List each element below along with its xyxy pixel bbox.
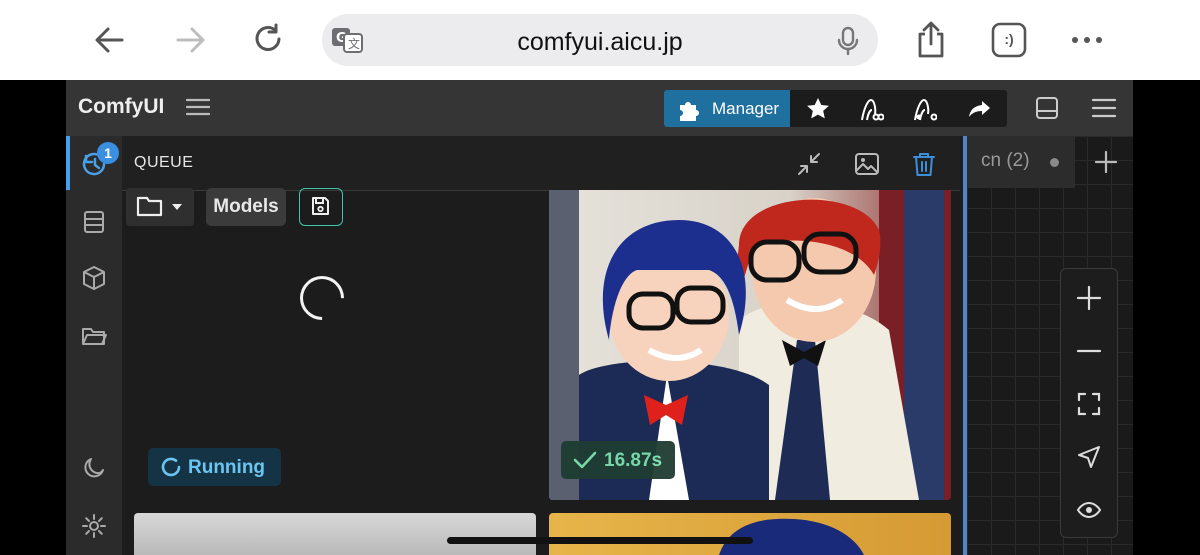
- theme-moon-icon[interactable]: [80, 454, 108, 482]
- unsaved-dot-icon: [1050, 158, 1059, 167]
- manager-share-icon[interactable]: [858, 96, 884, 122]
- address-bar[interactable]: G文 comfyui.aicu.jp: [322, 14, 878, 66]
- brand-logo: ComfyUI: [78, 95, 165, 118]
- microphone-icon[interactable]: [836, 26, 860, 56]
- sidebar: 1: [66, 136, 122, 555]
- graph-canvas[interactable]: cn (2): [967, 136, 1133, 555]
- zoom-out-icon[interactable]: [1076, 338, 1102, 364]
- running-status-badge: Running: [148, 448, 281, 486]
- share-icon[interactable]: [913, 20, 949, 58]
- forward-arrow-icon[interactable]: [172, 22, 208, 58]
- app-menubar: ComfyUI Manager: [66, 80, 1133, 136]
- canvas-controls: [1060, 268, 1118, 538]
- queue-badge: 1: [97, 142, 119, 164]
- result-image-thumbnail[interactable]: 16.87s: [549, 190, 951, 500]
- folder-dropdown-button[interactable]: [126, 188, 194, 226]
- settings-gear-icon[interactable]: [80, 512, 108, 540]
- loading-spinner-icon: [290, 266, 354, 330]
- reload-icon[interactable]: [250, 22, 286, 58]
- workflows-folder-icon[interactable]: [80, 322, 108, 350]
- browser-toolbar: G文 comfyui.aicu.jp :): [0, 0, 1200, 80]
- running-label: Running: [188, 457, 266, 478]
- manager-button[interactable]: Manager: [664, 90, 790, 127]
- more-icon[interactable]: [1069, 22, 1105, 58]
- queue-thumbnail[interactable]: [549, 513, 951, 555]
- model-library-cube-icon[interactable]: [80, 264, 108, 292]
- add-tab-icon[interactable]: [1094, 150, 1118, 174]
- models-chip[interactable]: Models: [206, 188, 286, 226]
- running-spinner-icon: [160, 456, 182, 478]
- check-icon: [573, 450, 597, 470]
- toolbar-group: Manager: [664, 90, 1007, 127]
- url-text: comfyui.aicu.jp: [517, 28, 683, 56]
- tabs-button-label: :): [1004, 31, 1014, 47]
- workflow-tab-label: cn (2): [981, 150, 1030, 171]
- select-mode-icon[interactable]: [1076, 444, 1102, 470]
- manager-label: Manager: [712, 99, 780, 118]
- save-icon[interactable]: [299, 188, 343, 226]
- manager-workflow-icon[interactable]: [911, 96, 937, 122]
- sidebar-active-indicator: [66, 136, 70, 190]
- clear-queue-trash-icon[interactable]: [911, 151, 937, 177]
- toggle-visibility-eye-icon[interactable]: [1076, 497, 1102, 523]
- menu-icon[interactable]: [186, 97, 210, 117]
- star-icon[interactable]: [805, 96, 831, 122]
- workflow-tab[interactable]: cn (2): [967, 136, 1075, 188]
- home-indicator: [447, 537, 753, 544]
- queue-panel: QUEUE Models Running 16.87s: [122, 136, 960, 555]
- puzzle-icon: [678, 97, 704, 121]
- hamburger-icon[interactable]: [1092, 96, 1116, 120]
- queue-thumbnail[interactable]: [134, 513, 536, 555]
- queue-header: QUEUE: [122, 136, 960, 191]
- image-gallery-icon[interactable]: [854, 151, 880, 177]
- bottom-panel-toggle-icon[interactable]: [1035, 96, 1059, 120]
- node-library-icon[interactable]: [80, 208, 108, 236]
- fit-view-icon[interactable]: [1076, 391, 1102, 417]
- share-arrow-icon[interactable]: [967, 96, 993, 122]
- execution-time-label: 16.87s: [604, 450, 663, 471]
- zoom-in-icon[interactable]: [1076, 285, 1102, 311]
- queue-title: QUEUE: [134, 154, 194, 171]
- collapse-icon[interactable]: [796, 151, 822, 177]
- execution-time-badge: 16.87s: [561, 441, 675, 479]
- comfyui-app: ComfyUI Manager 1 QUEUE Models Running 1…: [66, 80, 1133, 555]
- back-arrow-icon[interactable]: [92, 22, 128, 58]
- tabs-button[interactable]: :): [991, 22, 1027, 58]
